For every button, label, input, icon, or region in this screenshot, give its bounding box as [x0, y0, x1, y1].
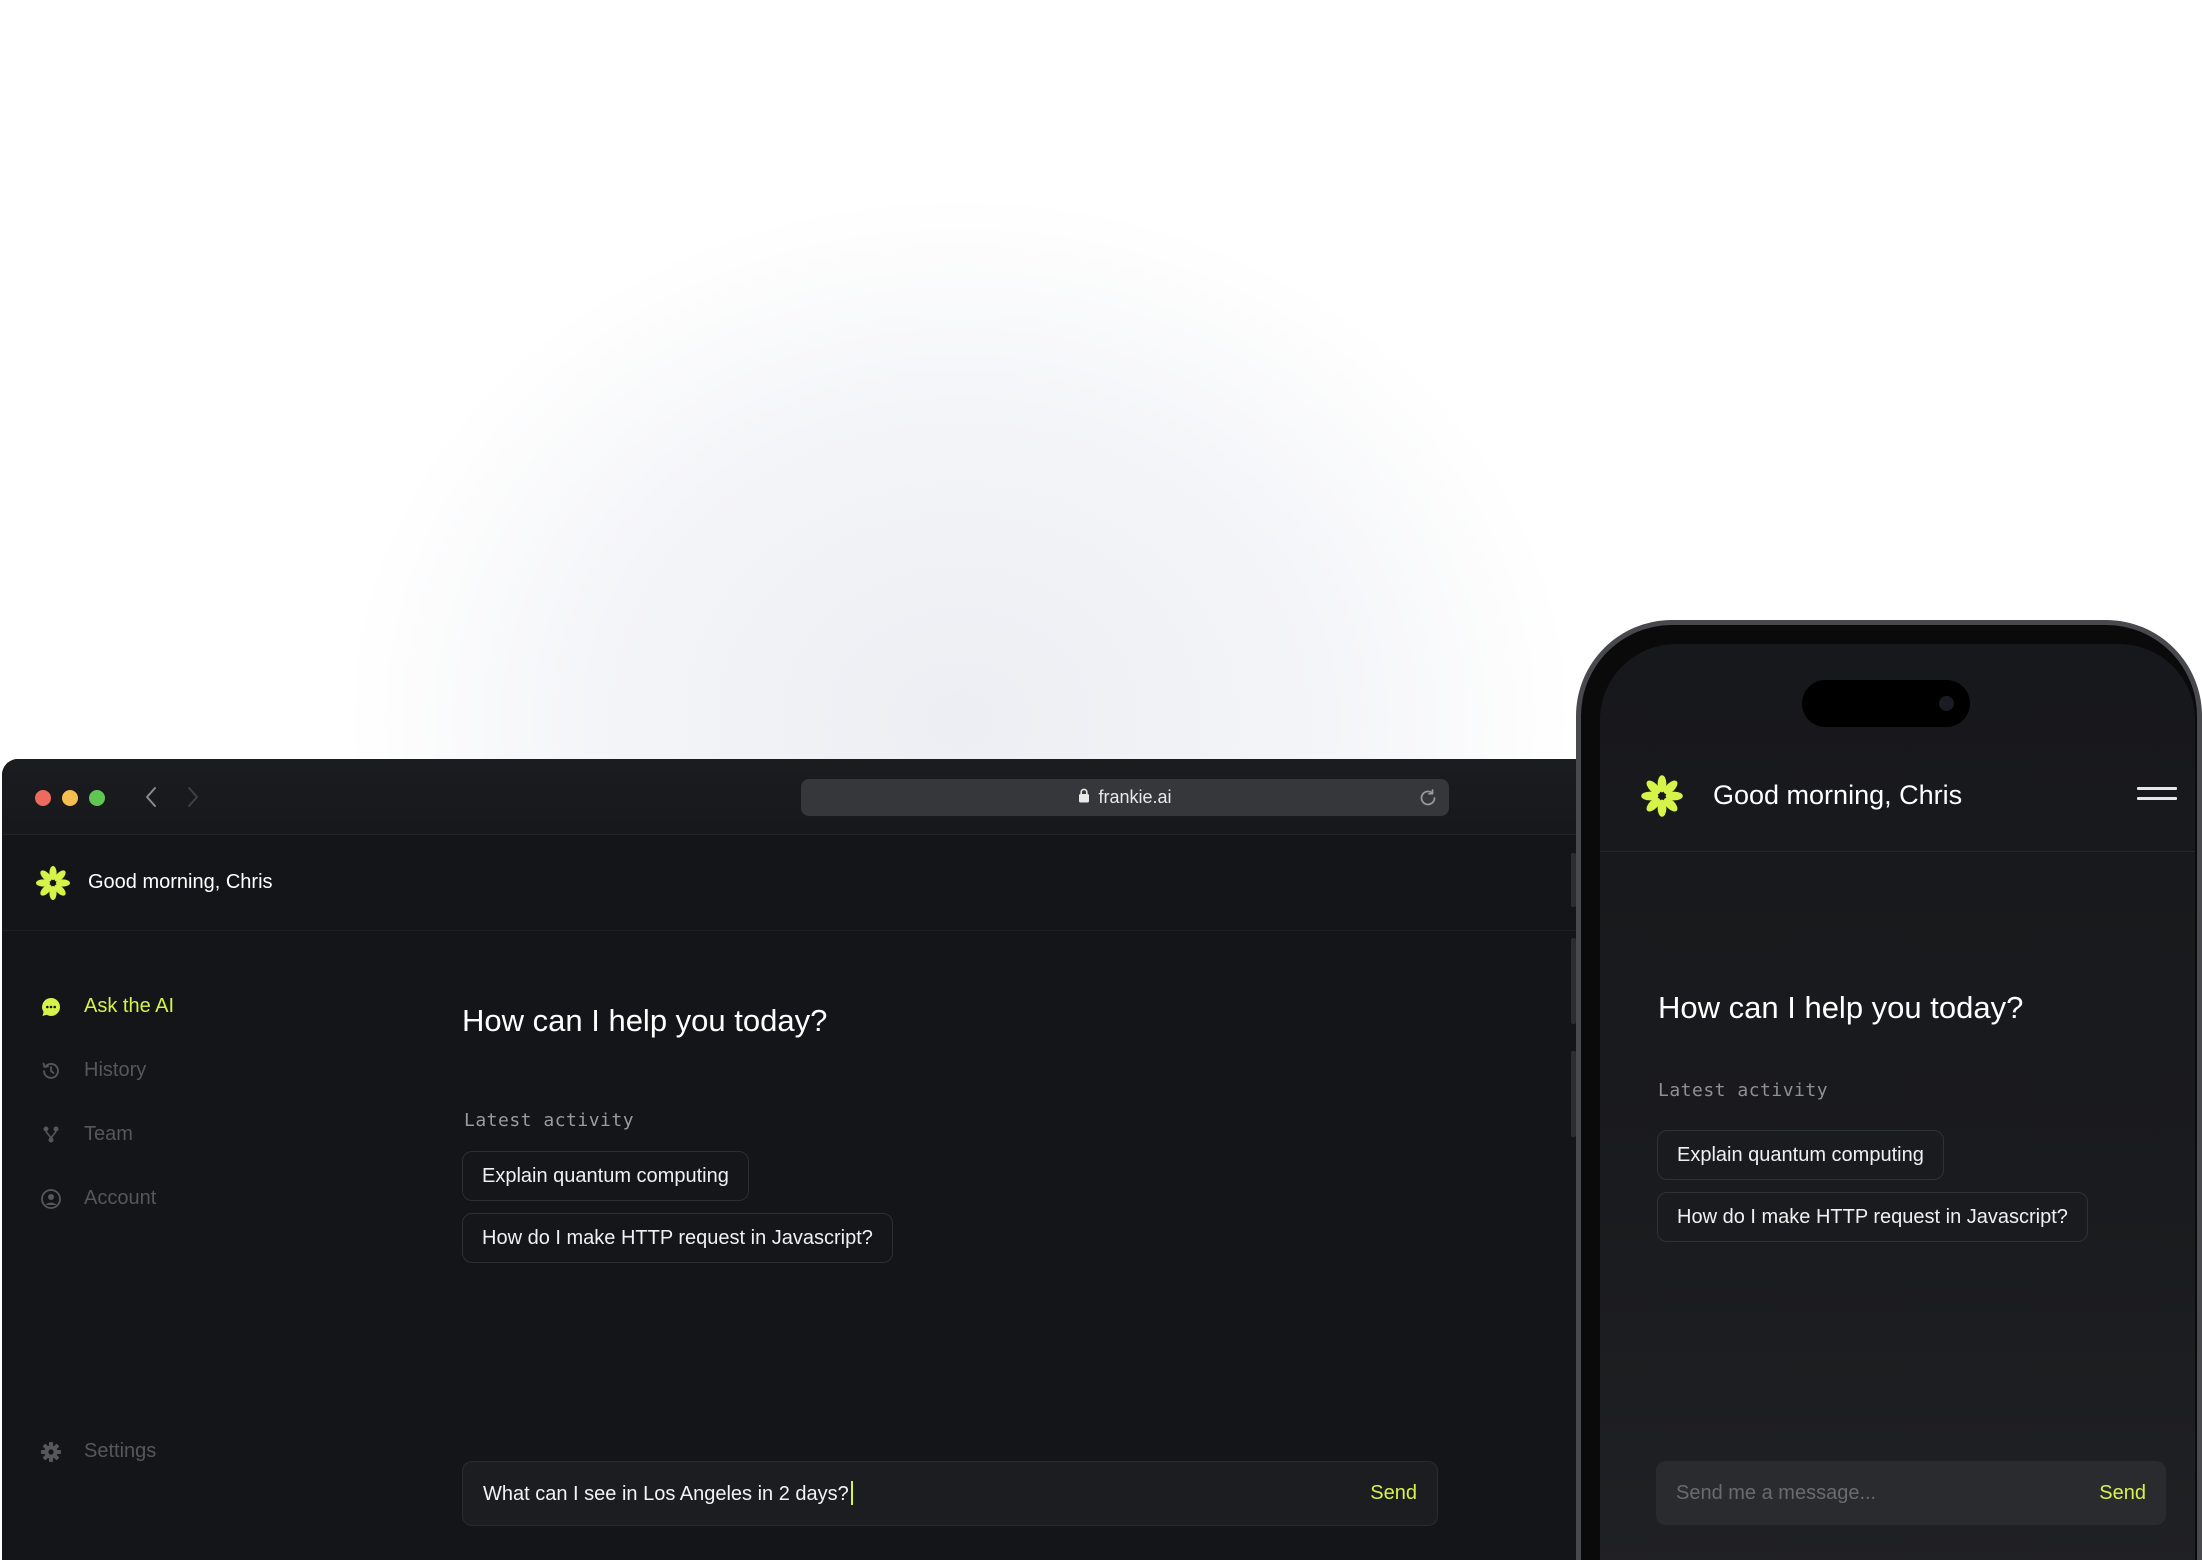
- activity-chip[interactable]: How do I make HTTP request in Javascript…: [462, 1213, 893, 1263]
- send-button[interactable]: Send: [1370, 1482, 1417, 1505]
- latest-activity-label: Latest activity: [464, 1110, 635, 1131]
- sidebar-item-label: Ask the AI: [84, 995, 175, 1017]
- volume-down-button: [1571, 1051, 1576, 1137]
- sidebar-item-label: Account: [84, 1187, 157, 1209]
- phone-screen: Good morning, Chris How can I help you t…: [1600, 644, 2195, 1560]
- reload-icon[interactable]: [1417, 787, 1439, 809]
- volume-up-button: [1571, 938, 1576, 1024]
- menu-icon[interactable]: [2137, 784, 2177, 804]
- account-icon: [40, 1188, 62, 1210]
- text-caret: [850, 1481, 853, 1505]
- logo-icon: [35, 865, 71, 901]
- activity-chip[interactable]: Explain quantum computing: [1657, 1130, 1944, 1180]
- gear-icon: [40, 1441, 62, 1463]
- sidebar-item-team[interactable]: Team: [40, 1123, 133, 1146]
- dynamic-island: [1802, 680, 1970, 727]
- chat-bubble-icon: [40, 996, 62, 1018]
- phone-device: Good morning, Chris How can I help you t…: [1571, 620, 2202, 1560]
- message-input[interactable]: What can I see in Los Angeles in 2 days?: [483, 1481, 1370, 1506]
- history-icon: [40, 1060, 62, 1082]
- greeting-text: Good morning, Chris: [1713, 780, 1963, 810]
- sidebar: Ask the AI History Team Account Settings: [2, 931, 402, 1560]
- latest-activity-label: Latest activity: [1658, 1080, 1829, 1101]
- phone-app-header: Good morning, Chris: [1600, 734, 2195, 852]
- sidebar-item-account[interactable]: Account: [40, 1187, 156, 1210]
- sidebar-item-settings[interactable]: Settings: [40, 1440, 156, 1463]
- message-input-value: What can I see in Los Angeles in 2 days?: [483, 1483, 849, 1505]
- mute-switch: [1571, 853, 1576, 907]
- url-text: frankie.ai: [1098, 787, 1172, 807]
- maximize-window-button[interactable]: [89, 790, 105, 806]
- sidebar-item-history[interactable]: History: [40, 1059, 146, 1082]
- greeting-text: Good morning, Chris: [88, 871, 273, 893]
- sidebar-item-label: Team: [84, 1123, 133, 1145]
- team-icon: [40, 1124, 62, 1146]
- lock-icon: [1078, 787, 1090, 808]
- browser-toolbar: frankie.ai: [2, 759, 1622, 835]
- sidebar-item-label: History: [84, 1059, 147, 1081]
- sidebar-item-ask-ai[interactable]: Ask the AI: [40, 995, 174, 1018]
- page-title: How can I help you today?: [462, 1003, 828, 1038]
- back-icon[interactable]: [136, 781, 166, 813]
- camera-icon: [1939, 696, 1954, 711]
- message-composer[interactable]: Send: [1656, 1461, 2166, 1525]
- send-button[interactable]: Send: [2099, 1482, 2146, 1505]
- page-title: How can I help you today?: [1658, 990, 2024, 1025]
- forward-icon[interactable]: [178, 781, 208, 813]
- address-bar[interactable]: frankie.ai: [801, 779, 1449, 816]
- activity-chip[interactable]: Explain quantum computing: [462, 1151, 749, 1201]
- logo-icon: [1640, 774, 1684, 818]
- close-window-button[interactable]: [35, 790, 51, 806]
- message-composer[interactable]: What can I see in Los Angeles in 2 days?…: [462, 1461, 1438, 1526]
- message-input[interactable]: [1676, 1481, 2100, 1505]
- activity-chip[interactable]: How do I make HTTP request in Javascript…: [1657, 1192, 2088, 1242]
- minimize-window-button[interactable]: [62, 790, 78, 806]
- browser-window: frankie.ai Good morning, Chris Ask the A…: [2, 759, 1622, 1560]
- sidebar-item-label: Settings: [84, 1440, 157, 1462]
- app-header: Good morning, Chris: [2, 835, 1622, 931]
